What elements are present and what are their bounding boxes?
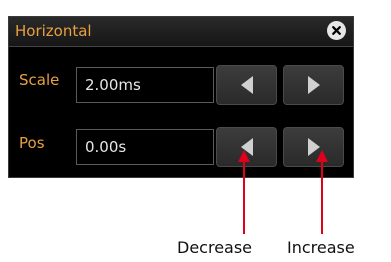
annotation-arrows: [238, 150, 328, 234]
decrease-annotation: Decrease: [177, 238, 253, 257]
increase-annotation: Increase: [287, 238, 355, 257]
decrease-arrow: [238, 150, 250, 234]
increase-arrow: [316, 150, 328, 234]
